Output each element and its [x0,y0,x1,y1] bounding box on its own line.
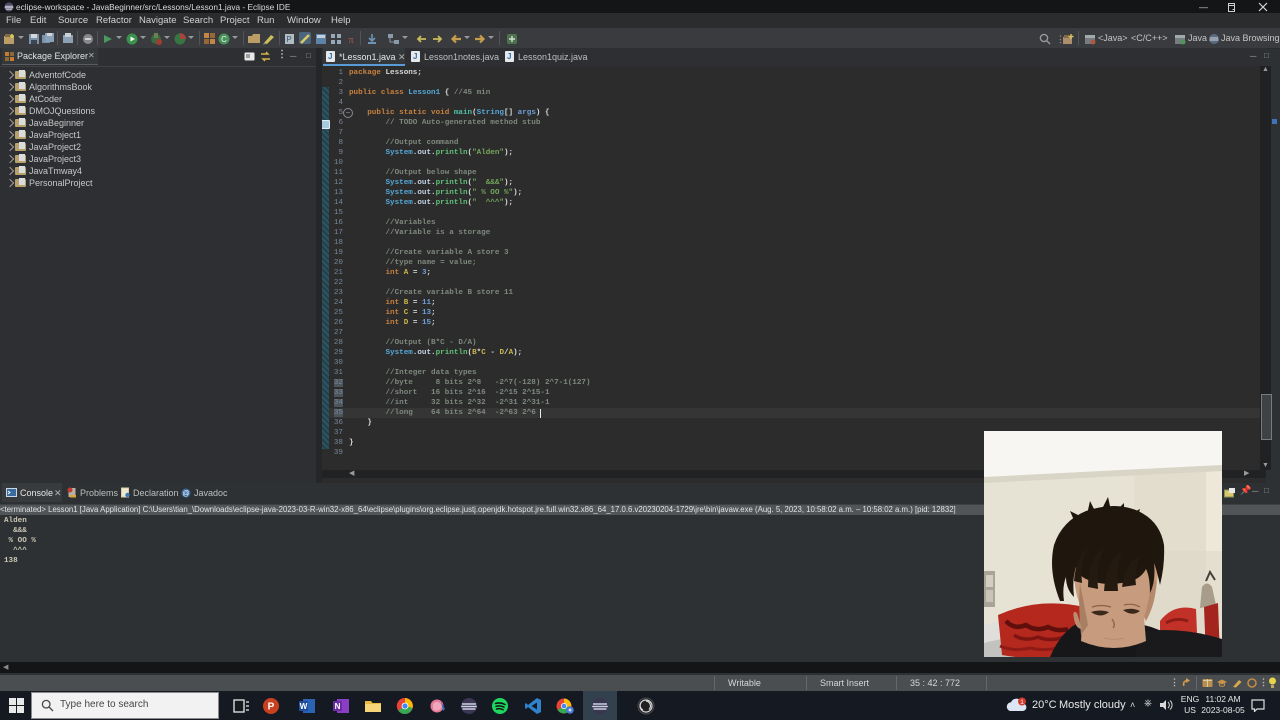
svg-text:1: 1 [1020,699,1024,706]
svg-text:C: C [221,35,227,44]
svg-text:P: P [268,702,275,713]
svg-text:W: W [300,702,308,711]
svg-text:P: P [286,35,291,44]
svg-text:N: N [335,702,341,711]
svg-text:π: π [348,35,353,45]
svg-text:@: @ [182,491,189,498]
